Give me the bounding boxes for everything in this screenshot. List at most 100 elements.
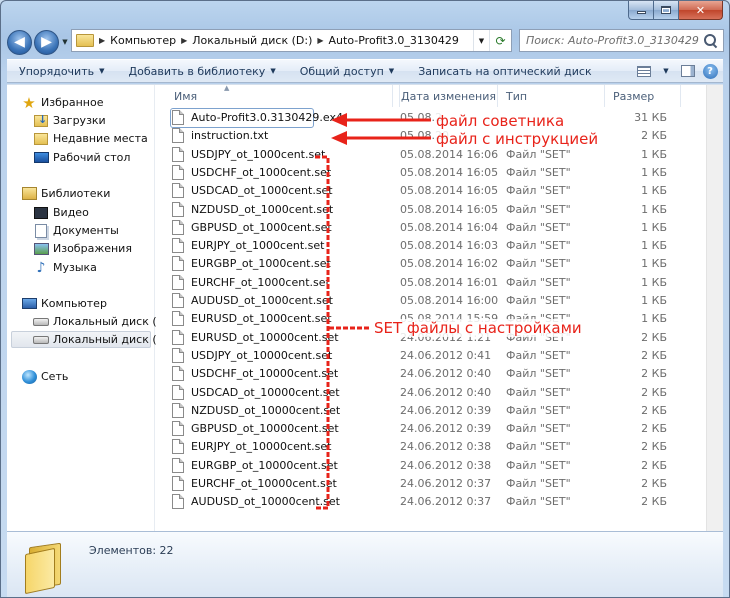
help-button[interactable]: ?: [701, 63, 719, 79]
file-name: instruction.txt: [191, 129, 269, 143]
file-type: Файл "SET": [506, 495, 571, 509]
file-date: 05.08.2014 16:05: [400, 202, 499, 216]
sidebar-item-label: Локальный диск (C:): [53, 315, 173, 328]
file-row[interactable]: NZDUSD_ot_10000cent.set 24.06.2012 0:39 Фа…: [171, 402, 681, 420]
view-options-dropdown[interactable]: ▼: [657, 63, 675, 79]
column-header-type[interactable]: Тип: [498, 85, 605, 107]
file-size: 2 КБ: [641, 367, 667, 381]
file-row[interactable]: GBPUSD_ot_10000cent.set 24.06.2012 0:39 Фа…: [171, 420, 681, 438]
column-header-label: Размер: [613, 89, 655, 103]
sidebar-item-computer[interactable]: Компьютер: [21, 295, 107, 312]
file-size: 1 КБ: [641, 294, 667, 307]
file-row[interactable]: EURGBP_ot_10000cent.set 24.06.2012 0:38 Фа…: [171, 457, 681, 475]
file-type: Файл "SET": [506, 257, 571, 271]
file-icon: [172, 183, 184, 199]
sidebar-item-desktop[interactable]: Рабочий стол: [33, 149, 130, 166]
star-icon: ★: [22, 93, 36, 112]
search-input[interactable]: Поиск: Auto-Profit3.0_3130429: [520, 34, 703, 47]
refresh-button[interactable]: ⟳: [489, 30, 511, 51]
file-icon: [172, 366, 184, 382]
sidebar-item-network[interactable]: Сеть: [21, 368, 68, 385]
sidebar-item-favorites[interactable]: ★ Избранное: [21, 93, 103, 112]
file-row[interactable]: AUDUSD_ot_10000cent.set 24.06.2012 0:37 Фа…: [171, 493, 681, 511]
music-note-icon: ♪: [36, 259, 46, 276]
sidebar-item-downloads[interactable]: Загрузки: [33, 112, 106, 129]
address-bar[interactable]: ▶ Компьютер ▶ Локальный диск (D:) ▶ Auto…: [71, 29, 512, 52]
breadcrumb-separator-icon[interactable]: ▶: [99, 36, 105, 45]
file-row[interactable]: USDCHF_ot_1000cent.set 05.08.2014 16:05 Фа…: [171, 164, 681, 182]
add-to-library-button[interactable]: Добавить в библиотеку ▼: [117, 60, 288, 82]
chevron-down-icon: ▼: [663, 67, 669, 75]
file-row[interactable]: GBPUSD_ot_1000cent.set 05.08.2014 16:04 Фа…: [171, 219, 681, 237]
sidebar-item-disk-c[interactable]: Локальный диск (C:): [33, 313, 172, 330]
file-row[interactable]: USDCHF_ot_10000cent.set 24.06.2012 0:40 Фа…: [171, 365, 681, 383]
search-box[interactable]: Поиск: Auto-Profit3.0_3130429: [519, 29, 724, 52]
back-button[interactable]: ◀: [7, 29, 32, 55]
breadcrumb-separator-icon[interactable]: ▶: [181, 36, 187, 45]
folder-icon: [76, 34, 94, 47]
file-row[interactable]: USDJPY_ot_1000cent.set 05.08.2014 16:06 Фа…: [171, 146, 681, 164]
file-name: EURJPY_ot_10000cent.set: [191, 440, 332, 454]
file-type: Файл "SET": [506, 403, 571, 417]
downloads-folder-icon: [33, 113, 49, 129]
file-row[interactable]: instruction.txt 05.08.20 2 КБ: [171, 127, 681, 145]
file-name: NZDUSD_ot_1000cent.set: [191, 202, 334, 216]
preview-pane-icon: [681, 65, 695, 77]
file-row[interactable]: EURJPY_ot_10000cent.set 24.06.2012 0:38 Фа…: [171, 438, 681, 456]
share-button[interactable]: Общий доступ ▼: [288, 60, 406, 82]
hard-disk-icon: [33, 332, 49, 348]
burn-button[interactable]: Записать на оптический диск: [406, 60, 603, 82]
preview-pane-button[interactable]: [679, 63, 697, 79]
column-header-date[interactable]: Дата изменения: [392, 85, 498, 107]
file-row[interactable]: EURCHF_ot_1000cent.set 05.08.2014 16:01 Фа…: [171, 274, 681, 292]
file-row[interactable]: USDCAD_ot_1000cent.set 05.08.2014 16:05 Фа…: [171, 182, 681, 200]
minimize-button[interactable]: [628, 1, 654, 20]
change-view-button[interactable]: [635, 63, 653, 79]
file-date: 24.06.2012 0:39: [400, 403, 492, 417]
forward-button[interactable]: ▶: [34, 29, 59, 55]
sidebar-item-pictures[interactable]: Изображения: [33, 240, 132, 257]
navigation-pane[interactable]: ★ Избранное Загрузки Недавние места Рабоч…: [7, 85, 173, 531]
file-size: 2 КБ: [641, 403, 667, 417]
sidebar-item-label: Музыка: [53, 261, 97, 274]
column-header-size[interactable]: Размер: [605, 85, 681, 107]
file-row[interactable]: USDCAD_ot_10000cent.set 24.06.2012 0:40 Фа…: [171, 384, 681, 402]
file-size: 1 КБ: [641, 184, 667, 198]
file-icon: [172, 146, 184, 162]
file-row[interactable]: EURJPY_ot_1000cent.set 05.08.2014 16:03 Фа…: [171, 237, 681, 255]
vertical-scrollbar[interactable]: [706, 85, 723, 531]
file-size: 1 КБ: [641, 202, 667, 216]
breadcrumb-current-folder[interactable]: Auto-Profit3.0_3130429: [329, 34, 459, 47]
file-row[interactable]: NZDUSD_ot_1000cent.set 05.08.2014 16:05 Фа…: [171, 201, 681, 219]
recent-pages-dropdown[interactable]: ▼: [60, 32, 70, 52]
organize-button[interactable]: Упорядочить ▼: [7, 60, 117, 82]
add-to-library-label: Добавить в библиотеку: [128, 64, 266, 78]
file-size: 1 КБ: [641, 220, 667, 234]
search-icon[interactable]: [703, 33, 719, 49]
column-header-name[interactable]: ▲ Имя: [166, 85, 400, 107]
close-button[interactable]: ✕: [679, 1, 723, 20]
breadcrumb-computer[interactable]: Компьютер: [110, 34, 176, 47]
address-dropdown-button[interactable]: ▼: [473, 30, 489, 51]
desktop-icon: [33, 150, 49, 166]
file-row[interactable]: AUDUSD_ot_1000cent.set 05.08.2014 16:00 Фа…: [171, 292, 681, 310]
file-date: 05.08.2014 16:01: [400, 275, 499, 289]
file-row[interactable]: EURCHF_ot_10000cent.set 24.06.2012 0:37 Фа…: [171, 475, 681, 493]
sidebar-item-video[interactable]: Видео: [33, 204, 89, 221]
file-name: EURUSD_ot_1000cent.set: [191, 312, 332, 326]
annotation-advisor-file: файл советника: [434, 112, 567, 130]
file-row[interactable]: USDJPY_ot_10000cent.set 24.06.2012 0:41 Фа…: [171, 347, 681, 365]
file-list[interactable]: ▲ Имя Дата изменения Тип Размер Auto-Prof…: [156, 85, 723, 531]
file-row[interactable]: Auto-Profit3.0.3130429.ex4 05.08.2 31 КБ: [170, 107, 667, 129]
sidebar-item-libraries[interactable]: Библиотеки: [21, 185, 110, 202]
sidebar-item-documents[interactable]: Документы: [33, 222, 119, 239]
maximize-button[interactable]: [654, 1, 679, 20]
sidebar-item-music[interactable]: ♪ Музыка: [33, 259, 97, 276]
file-row[interactable]: EURGBP_ot_1000cent.set 05.08.2014 16:02 Фа…: [171, 255, 681, 273]
file-type: Файл "SET": [506, 367, 571, 381]
pictures-library-icon: [33, 241, 49, 257]
breadcrumb-disk-d[interactable]: Локальный диск (D:): [192, 34, 312, 47]
sidebar-item-disk-d[interactable]: Локальный диск (D:): [11, 331, 173, 348]
breadcrumb-separator-icon[interactable]: ▶: [317, 36, 323, 45]
sidebar-item-recent[interactable]: Недавние места: [33, 130, 148, 147]
